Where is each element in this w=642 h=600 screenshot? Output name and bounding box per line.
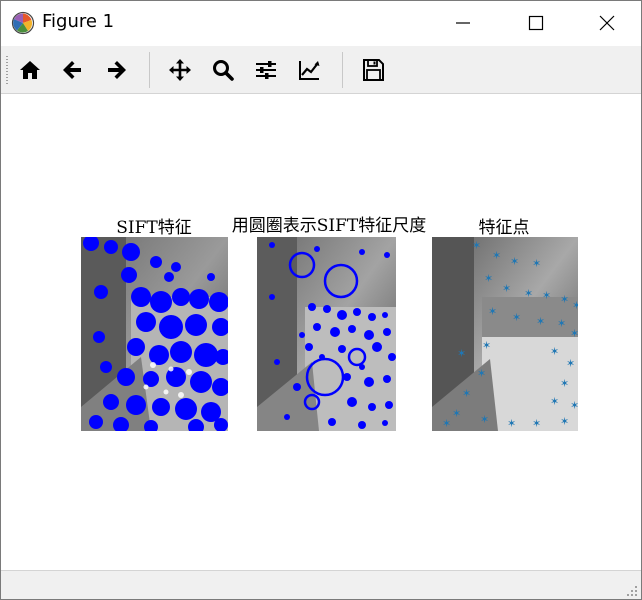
sliders-icon: [256, 61, 276, 79]
toolbar-separator: [342, 52, 343, 88]
maximize-button[interactable]: [506, 1, 566, 45]
toolbar-separator: [149, 52, 150, 88]
line-chart-icon: [299, 61, 320, 80]
pan-button[interactable]: [165, 55, 195, 85]
svg-text:✶: ✶: [457, 347, 466, 360]
minimize-button[interactable]: [433, 1, 493, 45]
status-bar: [1, 570, 641, 599]
navigation-toolbar: [1, 46, 641, 94]
svg-text:✶: ✶: [507, 417, 516, 430]
svg-text:✶: ✶: [488, 305, 497, 318]
subplot-title-sift-scale-circles: 用圆圈表示SIFT特征尺度: [231, 216, 427, 236]
sift-scale-circles-image: [257, 237, 396, 431]
minimize-icon: [456, 22, 470, 24]
svg-text:✶: ✶: [442, 417, 451, 430]
save-button[interactable]: [358, 55, 388, 85]
svg-text:✶: ✶: [570, 327, 578, 340]
maximize-icon: [528, 15, 544, 31]
matplotlib-logo-icon: [11, 11, 35, 35]
svg-text:✶: ✶: [484, 272, 493, 285]
resize-grip-icon[interactable]: [626, 585, 638, 597]
figure-canvas[interactable]: SIFT特征 用圆圈表示SIFT特征尺度 特征点 ✶ ✶ ✶ ✶ ✶ ✶ ✶ ✶…: [1, 94, 641, 570]
magnifier-icon: [213, 60, 234, 81]
svg-text:✶: ✶: [482, 339, 491, 352]
zoom-button[interactable]: [208, 55, 238, 85]
floppy-disk-icon: [363, 59, 384, 81]
home-icon: [20, 61, 40, 79]
svg-text:✶: ✶: [480, 413, 489, 426]
subplot-title-feature-points: 特征点: [478, 218, 530, 238]
back-button[interactable]: [58, 55, 88, 85]
svg-text:✶: ✶: [532, 417, 541, 430]
window-title: Figure 1: [42, 11, 115, 32]
svg-text:✶: ✶: [477, 367, 486, 380]
svg-text:✶: ✶: [462, 387, 471, 400]
close-button[interactable]: [577, 1, 637, 45]
sift-features-image: [81, 237, 228, 431]
title-bar[interactable]: Figure 1: [1, 1, 641, 45]
svg-text:✶: ✶: [512, 311, 521, 324]
svg-text:✶: ✶: [536, 315, 545, 328]
svg-text:✶: ✶: [560, 293, 569, 306]
svg-text:✶: ✶: [492, 249, 501, 262]
svg-text:✶: ✶: [550, 345, 559, 358]
svg-text:✶: ✶: [557, 317, 566, 330]
configure-subplots-button[interactable]: [251, 55, 281, 85]
toolbar-grip[interactable]: [6, 56, 8, 84]
svg-text:✶: ✶: [524, 287, 533, 300]
svg-text:✶: ✶: [572, 299, 578, 312]
edit-axes-button[interactable]: [294, 55, 324, 85]
home-button[interactable]: [15, 55, 45, 85]
close-icon: [599, 15, 615, 31]
subplot-title-sift-features: SIFT特征: [116, 218, 192, 238]
svg-text:✶: ✶: [560, 377, 569, 390]
svg-text:✶: ✶: [502, 282, 511, 295]
svg-text:✶: ✶: [532, 257, 541, 270]
svg-text:✶: ✶: [566, 357, 575, 370]
svg-text:✶: ✶: [472, 239, 481, 252]
figure-window: Figure 1 SIFT特征 用圆圈表示SIFT特征尺度 特征点 ✶ ✶ ✶ …: [0, 0, 642, 600]
svg-text:✶: ✶: [542, 289, 551, 302]
svg-text:✶: ✶: [510, 255, 519, 268]
arrow-right-icon: [108, 61, 126, 79]
arrow-left-icon: [63, 61, 81, 79]
svg-text:✶: ✶: [560, 415, 569, 428]
forward-button[interactable]: [101, 55, 131, 85]
feature-points-image: ✶✶✶✶ ✶✶✶✶ ✶✶✶✶ ✶✶✶✶ ✶✶✶✶ ✶✶✶✶ ✶✶✶✶ ✶✶: [432, 237, 578, 431]
move-icon: [169, 59, 191, 81]
svg-text:✶: ✶: [452, 407, 461, 420]
svg-text:✶: ✶: [570, 399, 578, 412]
svg-text:✶: ✶: [550, 395, 559, 408]
